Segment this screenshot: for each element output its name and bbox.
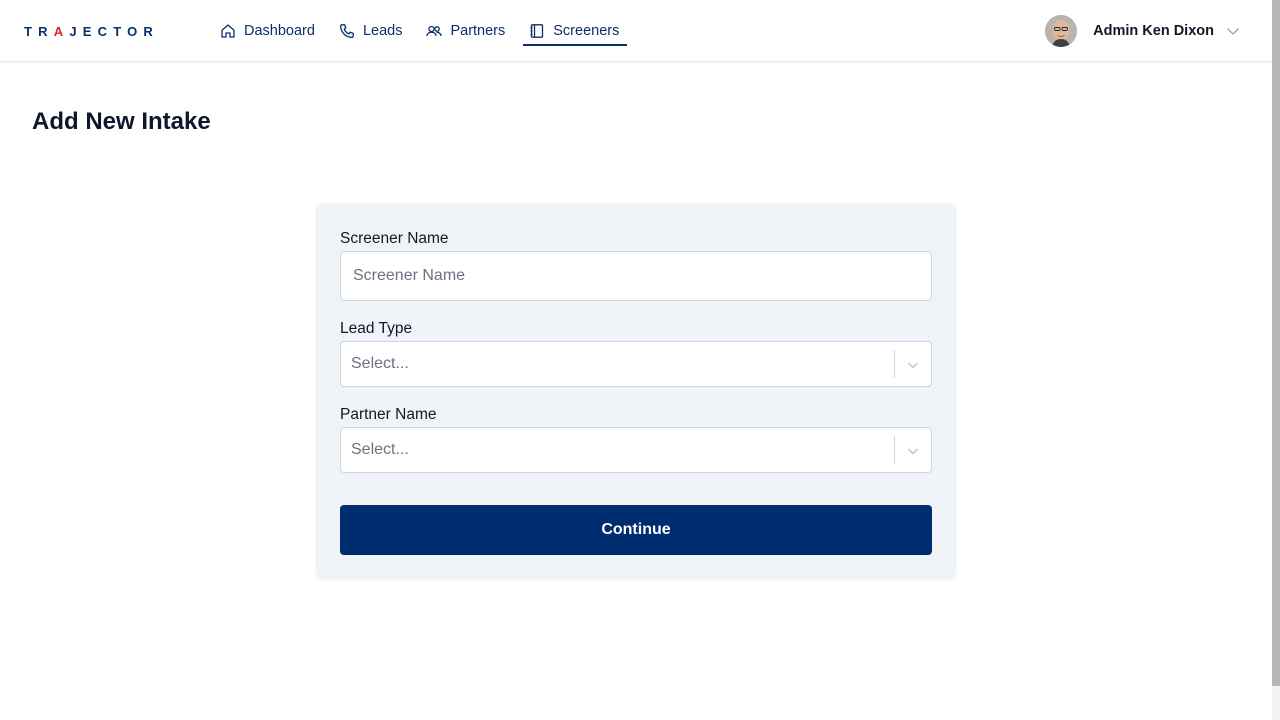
home-icon <box>220 23 236 39</box>
avatar[interactable] <box>1045 15 1078 47</box>
nav-item-dashboard[interactable]: Dashboard <box>220 0 315 62</box>
chevron-down-icon[interactable] <box>1226 24 1240 38</box>
nav-item-partners[interactable]: Partners <box>426 0 505 62</box>
notebook-icon <box>529 23 545 39</box>
phone-icon <box>339 23 355 39</box>
nav-item-label: Leads <box>362 23 403 39</box>
logo-text-end: JECTOR <box>69 23 160 39</box>
main-nav: Dashboard Leads Partners Screeners <box>220 0 647 62</box>
partner-name-select[interactable]: Select... <box>340 427 932 473</box>
logo-accent-letter: A <box>53 23 70 39</box>
scrollbar-thumb[interactable] <box>1272 0 1280 686</box>
select-separator <box>894 436 895 464</box>
user-menu[interactable]: Admin Ken Dixon <box>1045 14 1240 48</box>
screener-name-label: Screener Name <box>340 230 449 247</box>
partner-name-placeholder: Select... <box>351 441 409 458</box>
page-scrollbar[interactable] <box>1272 0 1280 720</box>
nav-item-label: Screeners <box>553 23 620 39</box>
user-name: Admin Ken Dixon <box>1093 23 1214 39</box>
nav-item-screeners[interactable]: Screeners <box>523 0 628 62</box>
nav-item-leads[interactable]: Leads <box>339 0 403 62</box>
chevron-down-icon[interactable] <box>905 443 921 459</box>
continue-button[interactable]: Continue <box>340 505 932 555</box>
lead-type-select[interactable]: Select... <box>340 341 932 387</box>
select-separator <box>894 350 895 378</box>
nav-item-label: Partners <box>450 23 506 39</box>
intake-form-card: Screener Name Lead Type Select... Partne… <box>316 203 956 579</box>
page-title: Add New Intake <box>32 108 211 135</box>
lead-type-label: Lead Type <box>340 320 413 337</box>
partner-name-label: Partner Name <box>340 406 437 423</box>
screener-name-input[interactable] <box>340 251 932 301</box>
lead-type-placeholder: Select... <box>351 355 409 372</box>
nav-item-label: Dashboard <box>244 23 315 39</box>
users-icon <box>426 23 443 39</box>
logo-text-start: TR <box>24 23 54 39</box>
top-navigation-bar: TR A JECTOR Dashboard Leads Partners Scree… <box>0 0 1272 62</box>
trajector-logo[interactable]: TR A JECTOR <box>24 23 160 39</box>
chevron-down-icon[interactable] <box>905 357 921 373</box>
